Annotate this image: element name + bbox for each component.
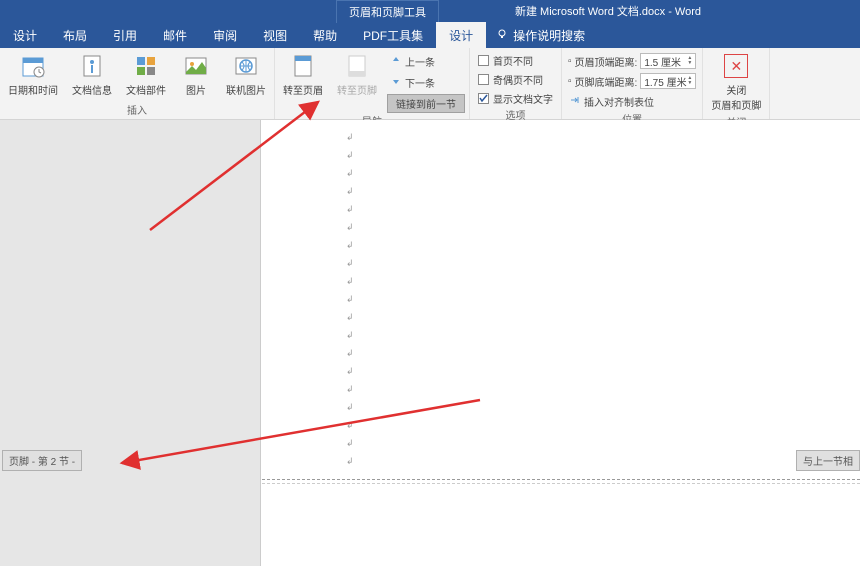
up-arrow-icon [391,55,401,68]
first-diff-label: 首页不同 [493,53,533,68]
picture-button[interactable]: 图片 [176,50,216,99]
calendar-icon [19,52,47,80]
group-insert-label: 插入 [127,102,147,119]
header-top-distance[interactable]: ▫ 页眉顶端距离: 1.5 厘米 ▲▼ [566,52,698,70]
goto-header-button[interactable]: 转至页眉 [279,50,327,99]
date-time-button[interactable]: 日期和时间 [4,50,62,99]
checkbox-icon [478,74,489,85]
document-page[interactable] [260,120,860,566]
prev-label: 上一条 [405,54,435,69]
group-options: 首页不同 奇偶页不同 显示文档文字 选项 [470,48,562,119]
document-title: 新建 Microsoft Word 文档.docx - Word [515,3,701,19]
footer-boundary [262,479,860,480]
title-bar: 页眉和页脚工具 新建 Microsoft Word 文档.docx - Word [0,0,860,22]
link-to-previous-button[interactable]: 链接到前一节 [387,94,465,113]
link-prev-label: 链接到前一节 [396,96,456,111]
spinner-arrows-icon: ▲▼ [687,56,692,66]
ribbon-tabs: 设计 布局 引用 邮件 审阅 视图 帮助 PDF工具集 设计 操作说明搜索 [0,22,860,48]
odd-even-label: 奇偶页不同 [493,72,543,87]
header-top-value: 1.5 厘米 [644,54,681,69]
footer-bottom-value: 1.75 厘米 [644,74,686,89]
online-pic-icon [232,52,260,80]
group-navigation: 转至页眉 转至页脚 上一条 下一条 [275,48,470,119]
tab-icon [570,95,580,108]
goto-footer-label: 转至页脚 [337,82,377,97]
first-page-different-checkbox[interactable]: 首页不同 [474,52,557,69]
online-pic-label: 联机图片 [226,82,266,97]
goto-header-label: 转至页眉 [283,82,323,97]
online-picture-button[interactable]: 联机图片 [222,50,270,99]
ribbon: 日期和时间 文档信息 文档部件 图片 [0,48,860,120]
footer-boundary2 [262,483,860,484]
doc-parts-button[interactable]: 文档部件 [122,50,170,99]
footer-bottom-label: 页脚底端距离: [575,74,638,89]
group-insert: 日期和时间 文档信息 文档部件 图片 [0,48,275,119]
picture-label: 图片 [186,82,206,97]
tab-review[interactable]: 审阅 [200,22,250,48]
next-button[interactable]: 下一条 [387,73,465,92]
picture-icon [182,52,210,80]
ruler-icon: ▫ [568,76,572,87]
close-icon: ✕ [722,52,750,80]
group-close: ✕ 关闭 页眉和页脚 关闭 [703,48,770,119]
tab-pdf-tools[interactable]: PDF工具集 [350,22,436,48]
tab-design[interactable]: 设计 [0,22,50,48]
footer-bottom-distance[interactable]: ▫ 页脚底端距离: 1.75 厘米 ▲▼ [566,72,698,90]
goto-footer-button[interactable]: 转至页脚 [333,50,381,99]
doc-parts-label: 文档部件 [126,82,166,97]
close-label-1: 关闭 [726,82,746,97]
doc-info-label: 文档信息 [72,82,112,97]
footer-bottom-spinner[interactable]: 1.75 厘米 ▲▼ [640,73,696,89]
tab-layout[interactable]: 布局 [50,22,100,48]
show-doc-label: 显示文档文字 [493,91,553,106]
tab-help[interactable]: 帮助 [300,22,350,48]
close-header-footer-button[interactable]: ✕ 关闭 页眉和页脚 [707,50,765,114]
group-position: ▫ 页眉顶端距离: 1.5 厘米 ▲▼ ▫ 页脚底端距离: 1.75 厘米 ▲▼ [562,48,703,119]
next-label: 下一条 [405,75,435,90]
tab-context-design[interactable]: 设计 [436,22,486,48]
down-arrow-icon [391,76,401,89]
spinner-arrows-icon: ▲▼ [687,76,692,86]
context-tab-title: 页眉和页脚工具 [336,0,439,23]
ruler-icon: ▫ [568,56,572,67]
tell-me-label: 操作说明搜索 [513,27,585,44]
checkbox-icon [478,55,489,66]
footer-section-tag: 页脚 - 第 2 节 - [2,450,82,471]
doc-margin [0,120,260,566]
doc-info-button[interactable]: 文档信息 [68,50,116,99]
tell-me-search[interactable]: 操作说明搜索 [486,22,595,48]
header-top-label: 页眉顶端距离: [575,54,638,69]
show-doc-text-checkbox[interactable]: 显示文档文字 [474,90,557,107]
goto-footer-icon [343,52,371,80]
align-tab-label: 插入对齐制表位 [584,94,654,109]
document-area: 页脚 - 第 2 节 - 与上一节相 [0,120,860,566]
date-time-label: 日期和时间 [8,82,58,97]
doc-info-icon [78,52,106,80]
lightbulb-icon [496,28,508,43]
doc-parts-icon [132,52,160,80]
prev-button[interactable]: 上一条 [387,52,465,71]
footer-link-tag: 与上一节相 [796,450,860,471]
goto-header-icon [289,52,317,80]
checkbox-checked-icon [478,93,489,104]
tab-view[interactable]: 视图 [250,22,300,48]
tab-mail[interactable]: 邮件 [150,22,200,48]
insert-align-tab-button[interactable]: 插入对齐制表位 [566,92,698,111]
header-top-spinner[interactable]: 1.5 厘米 ▲▼ [640,53,696,69]
close-label-2: 页眉和页脚 [711,97,761,112]
odd-even-different-checkbox[interactable]: 奇偶页不同 [474,71,557,88]
paragraph-marks [346,128,354,470]
tab-references[interactable]: 引用 [100,22,150,48]
